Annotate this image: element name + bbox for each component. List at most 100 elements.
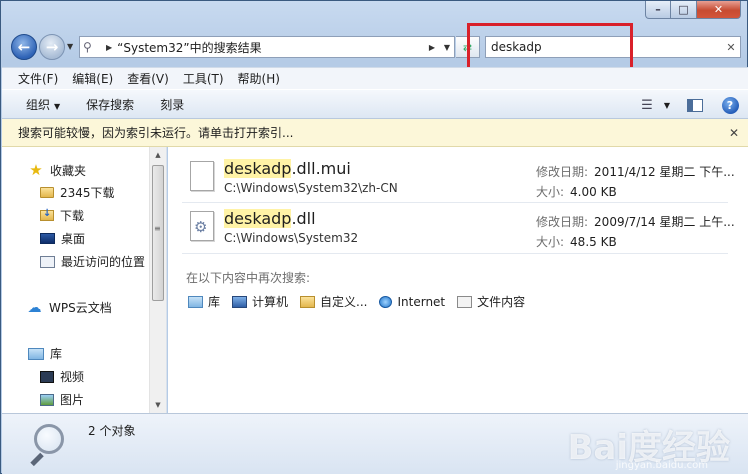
library-icon xyxy=(188,295,203,308)
location-label: 计算机 xyxy=(252,295,289,309)
caption-buttons: – □ ✕ xyxy=(645,1,741,19)
forward-button[interactable]: → xyxy=(39,34,65,60)
preview-pane-button[interactable] xyxy=(678,90,712,120)
result-row[interactable]: deskadp.dll C:\Windows\System32 修改日期: 200… xyxy=(180,203,738,249)
nav-label: 最近访问的位置 xyxy=(61,255,146,269)
menu-view[interactable]: 查看(V) xyxy=(127,70,169,87)
command-bar: 组织 ▼ 保存搜索 刻录 ☰ ▼ ? xyxy=(2,89,748,119)
navigation-pane: ★ 收藏夹 2345下载 下载 桌面 最近访问的位置 ☁ WPS云文档 xyxy=(2,147,167,413)
help-button[interactable]: ? xyxy=(712,96,748,114)
preview-pane-icon xyxy=(687,98,703,112)
close-icon[interactable]: ✕ xyxy=(720,126,748,140)
nav-item-2345-downloads[interactable]: 2345下载 xyxy=(40,184,115,201)
search-again-computer[interactable]: 计算机 xyxy=(232,293,288,310)
address-bar[interactable]: ⚲ ▶ “System32”中的搜索结果 ▶ ▼ xyxy=(79,36,455,58)
search-folder-icon: ⚲ xyxy=(83,40,92,54)
custom-folder-icon xyxy=(300,295,316,308)
location-label: 文件内容 xyxy=(477,295,526,309)
location-label: 自定义... xyxy=(320,295,368,309)
meta-label: 修改日期: xyxy=(536,165,589,179)
library-icon xyxy=(28,347,44,360)
desktop-icon xyxy=(40,233,55,244)
nav-favorites[interactable]: ★ 收藏夹 xyxy=(28,161,86,179)
info-bar-text[interactable]: 搜索可能较慢，因为索引未运行。请单击打开索引... xyxy=(18,124,720,141)
nav-item-videos[interactable]: 视频 xyxy=(40,368,84,385)
organize-button[interactable]: 组织 ▼ xyxy=(26,96,60,113)
close-icon[interactable]: ✕ xyxy=(722,41,740,54)
nav-label: 图片 xyxy=(60,393,85,407)
menu-help[interactable]: 帮助(H) xyxy=(238,70,280,87)
nav-item-recent-places[interactable]: 最近访问的位置 xyxy=(40,253,145,270)
burn-button[interactable]: 刻录 xyxy=(160,96,184,113)
menu-tools[interactable]: 工具(T) xyxy=(183,70,224,87)
item-count: 2 个对象 xyxy=(88,424,136,438)
scroll-up-icon[interactable]: ▲ xyxy=(150,147,166,163)
breadcrumb-chevron-icon[interactable]: ▶ xyxy=(429,43,435,52)
save-search-button[interactable]: 保存搜索 xyxy=(86,96,134,113)
nav-item-pictures[interactable]: 图片 xyxy=(40,391,84,408)
search-again-label: 在以下内容中再次搜索: xyxy=(186,271,311,285)
search-again-internet[interactable]: Internet xyxy=(379,295,445,309)
help-icon: ? xyxy=(721,96,739,114)
result-file-name[interactable]: deskadp.dll xyxy=(224,209,316,228)
search-again-locations: 库 计算机 自定义... Internet 文件内容 xyxy=(188,293,537,310)
menu-edit[interactable]: 编辑(E) xyxy=(72,70,113,87)
nav-libraries[interactable]: 库 xyxy=(28,345,62,362)
video-icon xyxy=(40,370,54,383)
row-divider xyxy=(182,253,728,254)
recent-pages-dropdown[interactable]: ▼ xyxy=(67,42,73,51)
breadcrumb-path[interactable]: “System32”中的搜索结果 xyxy=(117,39,424,56)
result-file-name[interactable]: deskadp.dll.mui xyxy=(224,159,351,178)
back-button[interactable]: ← xyxy=(11,34,37,60)
result-size: 大小: 48.5 KB xyxy=(536,233,736,250)
baidu-watermark-url: jingyan.baidu.com xyxy=(615,460,708,471)
maximize-button[interactable]: □ xyxy=(671,1,697,19)
star-icon: ★ xyxy=(29,161,43,179)
status-bar: 2 个对象 Bai度经验 jingyan.baidu.com xyxy=(2,413,748,474)
minimize-button[interactable]: – xyxy=(645,1,671,19)
view-options-icon[interactable]: ☰ xyxy=(638,98,656,113)
result-file-path: C:\Windows\System32\zh-CN xyxy=(224,181,398,195)
index-info-bar[interactable]: 搜索可能较慢，因为索引未运行。请单击打开索引... ✕ xyxy=(2,119,748,147)
arrow-right-icon: → xyxy=(45,38,59,56)
meta-label: 修改日期: xyxy=(536,215,589,229)
scroll-thumb[interactable] xyxy=(152,165,164,301)
pictures-icon xyxy=(40,393,54,406)
search-again-custom[interactable]: 自定义... xyxy=(300,293,367,310)
chevron-down-icon[interactable]: ▼ xyxy=(656,101,678,110)
file-contents-icon xyxy=(457,295,473,308)
dll-file-icon xyxy=(190,211,214,241)
nav-scrollbar[interactable]: ▲ ≡ ▼ xyxy=(149,147,166,413)
menu-bar: 文件(F) 编辑(E) 查看(V) 工具(T) 帮助(H) xyxy=(2,67,748,89)
cloud-icon: ☁ xyxy=(27,299,42,316)
result-modified: 修改日期: 2009/7/14 星期二 上午... xyxy=(536,213,736,230)
scroll-grip-icon: ≡ xyxy=(154,224,161,233)
nav-label: 桌面 xyxy=(61,232,86,246)
nav-label: 2345下载 xyxy=(60,186,115,200)
close-button[interactable]: ✕ xyxy=(697,1,741,19)
address-history-dropdown[interactable]: ▼ xyxy=(440,43,454,52)
command-bar-right: ☰ ▼ ? xyxy=(638,90,748,120)
meta-label: 大小: xyxy=(536,235,565,249)
nav-label: WPS云文档 xyxy=(49,301,112,315)
result-row[interactable]: deskadp.dll.mui C:\Windows\System32\zh-C… xyxy=(180,153,738,199)
search-again-file-contents[interactable]: 文件内容 xyxy=(457,293,525,310)
nav-label: 库 xyxy=(50,347,63,361)
nav-item-desktop[interactable]: 桌面 xyxy=(40,230,85,247)
nav-label: 视频 xyxy=(60,370,85,384)
scroll-down-icon[interactable]: ▼ xyxy=(150,397,166,413)
file-name-rest: .dll xyxy=(291,209,316,228)
menu-file[interactable]: 文件(F) xyxy=(18,70,58,87)
nav-label: 收藏夹 xyxy=(50,163,87,178)
nav-item-downloads[interactable]: 下载 xyxy=(40,207,84,224)
meta-value: 4.00 KB xyxy=(570,185,617,199)
recent-places-icon xyxy=(40,255,55,268)
maximize-icon: □ xyxy=(678,3,689,16)
organize-label: 组织 xyxy=(26,97,51,112)
magnifier-icon xyxy=(28,420,72,468)
breadcrumb-chevron-icon[interactable]: ▶ xyxy=(106,43,112,52)
chevron-down-icon: ▼ xyxy=(54,101,61,111)
match-highlight: deskadp xyxy=(224,209,292,228)
nav-wps-cloud[interactable]: ☁ WPS云文档 xyxy=(26,299,112,316)
search-again-libraries[interactable]: 库 xyxy=(188,293,220,310)
